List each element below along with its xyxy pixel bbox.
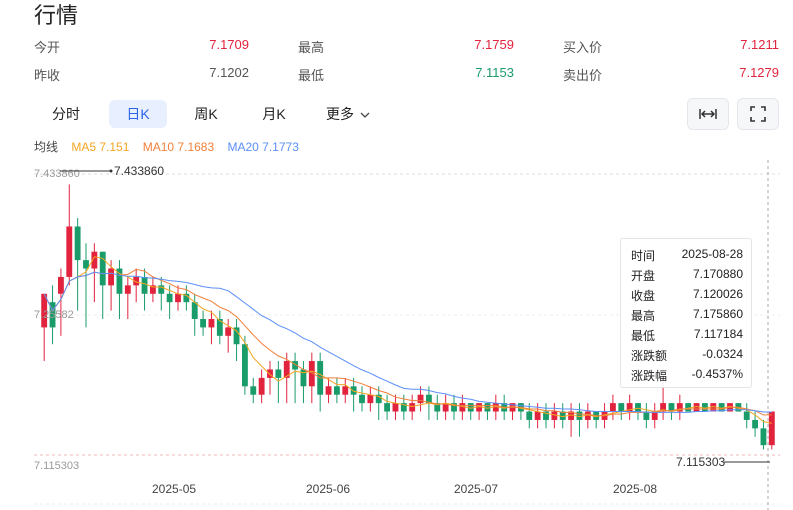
candle-body[interactable] [108,268,115,286]
fullscreen-button[interactable] [737,98,779,130]
x-tick-jun: 2025-06 [306,482,350,496]
x-tick-aug: 2025-08 [613,482,657,496]
y-top-tick: 7.433860 [34,168,80,180]
candle-body[interactable] [760,428,767,446]
ma-legend-label: 均线 [34,140,59,154]
tooltip-row: 涨跌额 -0.0324 [631,347,743,365]
candle-body[interactable] [200,319,207,328]
candle-body[interactable] [191,302,198,319]
y-max-label: 7.433860 [114,164,164,178]
tooltip-row: 时间 2025-08-28 [631,247,743,265]
candle-body[interactable] [225,327,232,336]
y-bottom-tick: 7.115303 [34,460,79,472]
candle-body[interactable] [417,394,424,404]
low-value: 7.1153 [475,65,514,80]
x-tick-may: 2025-05 [152,482,196,496]
low-label: 最低 [298,68,325,83]
quote-row-1: 今开 7.1709 最高 7.1759 买入价 7.1211 [34,37,779,57]
candle-body[interactable] [99,251,106,286]
y-min-label: 7.115303 [676,455,725,469]
candle-body[interactable] [258,377,265,395]
tooltip-row: 收盘 7.120026 [631,287,743,305]
ma20-label: MA20 7.1773 [227,140,299,154]
candle-body[interactable] [141,276,148,294]
candle-body[interactable] [175,293,181,303]
candle-body[interactable] [609,403,616,412]
candle-body[interactable] [635,403,641,412]
tooltip-value: -0.4537% [691,367,743,381]
prev-close-label: 昨收 [34,68,61,83]
candle-body[interactable] [325,386,332,395]
open-value: 7.1709 [209,37,249,52]
candle-body[interactable] [250,386,257,395]
high-value: 7.1759 [474,37,514,52]
y-mid-tick: 7.25582 [34,309,74,321]
candle-body[interactable] [74,226,81,261]
candle-body[interactable] [124,285,131,294]
high-label: 最高 [298,40,325,55]
tooltip-value: 7.170880 [692,267,743,281]
candle-body[interactable] [166,293,173,303]
tooltip-row: 开盘 7.170880 [631,267,743,285]
tab-intraday[interactable]: 分时 [34,100,98,128]
tooltip-key: 开盘 [631,269,656,283]
tab-weekly-k[interactable]: 周K [177,100,235,128]
candle-body[interactable] [208,319,215,328]
candle-body[interactable] [241,344,248,387]
x-tick-jul: 2025-07 [454,482,498,496]
candle-body[interactable] [57,276,64,294]
tab-monthly-k[interactable]: 月K [245,100,303,128]
candle-body[interactable] [392,403,399,412]
chevron-down-icon [360,112,370,119]
prev-close-value: 7.1202 [209,65,249,80]
candle-body[interactable] [409,403,416,412]
tooltip-key: 最高 [631,309,656,323]
tab-more[interactable]: 更多 [319,100,377,128]
candle-body[interactable] [384,403,391,412]
ask-label: 卖出价 [563,68,603,83]
candle-body[interactable] [743,411,750,420]
tooltip-value: 7.120026 [692,287,743,301]
page-title: 行情 [34,3,79,28]
candle-body[interactable] [350,386,357,395]
tooltip-value: -0.0324 [702,347,743,361]
tooltip-key: 涨跌幅 [631,369,668,383]
tooltip-value: 2025-08-28 [681,247,743,261]
tooltip-row: 最低 7.117184 [631,327,743,345]
expand-horizontal-button[interactable] [687,98,729,130]
candle-body[interactable] [367,394,374,404]
bid-value: 7.1211 [740,37,779,52]
tooltip-key: 收盘 [631,289,656,303]
tooltip-value: 7.175860 [692,307,743,321]
candle-body[interactable] [342,386,349,395]
period-tabs: 分时 日K 周K 月K 更多 [34,98,779,130]
candle-body[interactable] [333,386,340,395]
ask-value: 7.1279 [739,65,779,80]
tab-daily-k[interactable]: 日K [109,100,167,128]
ma10-label: MA10 7.1683 [142,140,215,154]
quote-row-2: 昨收 7.1202 最低 7.1153 卖出价 7.1279 [34,65,779,85]
tooltip-key: 最低 [631,329,656,343]
expand-horizontal-icon [699,109,717,119]
tooltip-key: 时间 [631,249,656,263]
candle-body[interactable] [534,411,541,420]
tooltip-key: 涨跌额 [631,349,668,363]
candle-body[interactable] [359,394,365,404]
candle-body[interactable] [66,226,73,277]
ma5-label: MA5 7.151 [71,140,130,154]
candle-body[interactable] [768,411,775,446]
candle-body[interactable] [752,419,759,429]
ma-legend: 均线 MA5 7.151 MA10 7.1683 MA20 7.1773 [34,138,309,155]
tooltip-row: 涨跌幅 -0.4537% [631,367,743,385]
candle-body[interactable] [618,403,625,412]
fullscreen-icon [750,106,766,122]
bid-label: 买入价 [563,40,603,55]
candle-body[interactable] [275,369,282,378]
price-tooltip: 时间 2025-08-28 开盘 7.170880 收盘 7.120026 最高 7.1… [620,238,752,388]
tooltip-row: 最高 7.175860 [631,307,743,325]
tab-more-label: 更多 [326,106,355,122]
candle-body[interactable] [526,411,533,420]
open-label: 今开 [34,40,61,55]
tooltip-value: 7.117184 [693,327,743,341]
